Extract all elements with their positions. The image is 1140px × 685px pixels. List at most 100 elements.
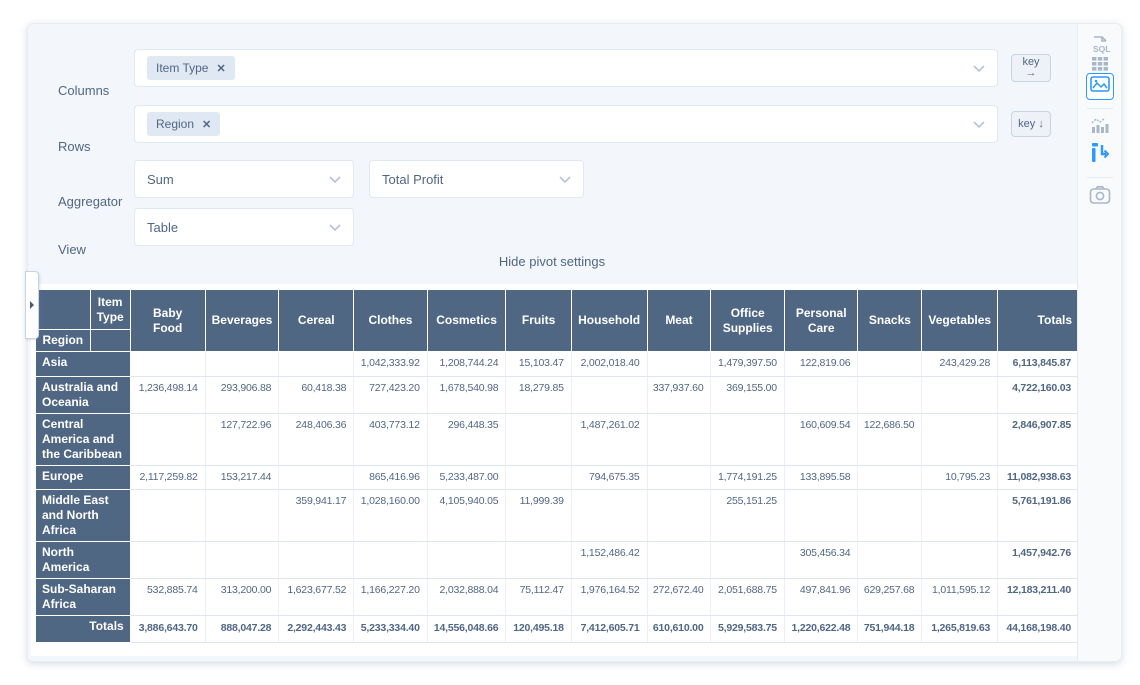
pivot-icon[interactable] xyxy=(1090,142,1110,169)
data-cell: 153,217.44 xyxy=(205,465,279,490)
row-header-5[interactable]: North America xyxy=(36,542,131,579)
columns-field[interactable]: Item Type ✕ xyxy=(134,49,998,87)
data-cell xyxy=(427,542,506,579)
row-header-4[interactable]: Middle East and North Africa xyxy=(36,490,131,542)
data-cell: 1,028,160.00 xyxy=(354,490,427,542)
data-cell xyxy=(571,376,647,413)
col-header-0[interactable]: Baby Food xyxy=(130,290,205,352)
aggregator-column-value: Total Profit xyxy=(382,172,443,187)
corner-cell xyxy=(36,290,91,330)
table-row: Middle East and North Africa 359,941.171,… xyxy=(36,490,1079,542)
row-header-6[interactable]: Sub-Saharan Africa xyxy=(36,579,131,616)
col-axis-label[interactable]: Item Type xyxy=(90,290,130,330)
data-cell xyxy=(858,352,922,377)
data-cell: 532,885.74 xyxy=(130,579,205,616)
data-cell: 1,166,227.20 xyxy=(354,579,427,616)
row-header-2[interactable]: Central America and the Caribbean xyxy=(36,413,131,465)
chevron-down-icon[interactable] xyxy=(973,121,985,128)
row-totals-header[interactable]: Totals xyxy=(998,290,1079,352)
hide-pivot-settings-link[interactable]: Hide pivot settings xyxy=(28,254,1076,269)
col-header-2[interactable]: Cereal xyxy=(279,290,354,352)
chevron-down-icon[interactable] xyxy=(973,65,985,72)
data-cell xyxy=(279,465,354,490)
data-cell: 272,672.40 xyxy=(647,579,711,616)
data-cell xyxy=(205,490,279,542)
data-cell: 11,999.39 xyxy=(506,490,571,542)
col-header-11[interactable]: Vegetables xyxy=(922,290,998,352)
col-header-1[interactable]: Beverages xyxy=(205,290,279,352)
image-chart-icon[interactable] xyxy=(1086,73,1114,100)
row-header-3[interactable]: Europe xyxy=(36,465,131,490)
rows-chip[interactable]: Region ✕ xyxy=(147,112,220,136)
row-header-1[interactable]: Australia and Oceania xyxy=(36,376,131,413)
data-cell xyxy=(647,490,711,542)
data-cell: 727,423.20 xyxy=(354,376,427,413)
col-total-cell: 1,220,622.48 xyxy=(784,616,857,643)
col-header-6[interactable]: Household xyxy=(571,290,647,352)
data-cell xyxy=(130,490,205,542)
table-row: Europe2,117,259.82153,217.44865,416.965,… xyxy=(36,465,1079,490)
camera-icon[interactable] xyxy=(1089,185,1111,210)
row-total-cell: 5,761,191.86 xyxy=(998,490,1079,542)
aggregator-label: Aggregator xyxy=(58,194,122,209)
columns-label: Columns xyxy=(58,83,109,98)
data-cell: 1,042,333.92 xyxy=(354,352,427,377)
data-cell xyxy=(858,542,922,579)
toolbar-divider xyxy=(1087,177,1113,178)
data-cell: 1,774,191.25 xyxy=(711,465,784,490)
data-cell: 122,819.06 xyxy=(784,352,857,377)
view-select[interactable]: Table xyxy=(134,208,354,246)
data-cell: 1,236,498.14 xyxy=(130,376,205,413)
data-cell: 629,257.68 xyxy=(858,579,922,616)
data-cell xyxy=(354,542,427,579)
data-cell xyxy=(506,465,571,490)
data-cell xyxy=(279,352,354,377)
data-cell: 497,841.96 xyxy=(784,579,857,616)
data-cell xyxy=(922,490,998,542)
rows-field[interactable]: Region ✕ xyxy=(134,105,998,143)
col-header-7[interactable]: Meat xyxy=(647,290,711,352)
sort-columns-by-key-button[interactable]: key → xyxy=(1011,54,1051,82)
key-down-label: key ↓ xyxy=(1012,119,1050,130)
chevron-down-icon[interactable] xyxy=(559,176,571,183)
row-total-cell: 6,113,845.87 xyxy=(998,352,1079,377)
data-cell: 1,208,744.24 xyxy=(427,352,506,377)
data-cell xyxy=(130,413,205,465)
col-header-4[interactable]: Cosmetics xyxy=(427,290,506,352)
chevron-down-icon[interactable] xyxy=(329,224,341,231)
data-cell: 359,941.17 xyxy=(279,490,354,542)
panel-expand-handle[interactable] xyxy=(25,271,39,339)
table-row: Asia1,042,333.921,208,744.2415,103.472,0… xyxy=(36,352,1079,377)
rows-label: Rows xyxy=(58,139,91,154)
pivot-table-area: Item TypeBaby FoodBeveragesCerealClothes… xyxy=(31,284,1079,656)
data-cell xyxy=(205,542,279,579)
bar-chart-icon[interactable] xyxy=(1090,116,1110,139)
data-cell: 18,279.85 xyxy=(506,376,571,413)
chevron-down-icon[interactable] xyxy=(329,176,341,183)
data-cell: 1,678,540.98 xyxy=(427,376,506,413)
columns-chip[interactable]: Item Type ✕ xyxy=(147,56,235,80)
data-cell: 60,418.38 xyxy=(279,376,354,413)
sort-rows-by-key-button[interactable]: key ↓ xyxy=(1011,111,1051,137)
col-header-8[interactable]: Office Supplies xyxy=(711,290,784,352)
data-cell xyxy=(858,490,922,542)
row-axis-label[interactable]: Region xyxy=(36,330,91,352)
data-cell: 133,895.58 xyxy=(784,465,857,490)
remove-icon[interactable]: ✕ xyxy=(202,118,211,131)
row-header-0[interactable]: Asia xyxy=(36,352,131,377)
col-totals-header[interactable]: Totals xyxy=(36,616,131,643)
remove-icon[interactable]: ✕ xyxy=(216,62,225,75)
table-row: North America1,152,486.42305,456.341,457… xyxy=(36,542,1079,579)
data-cell xyxy=(506,542,571,579)
aggregator-select[interactable]: Sum xyxy=(134,160,354,198)
data-cell: 313,200.00 xyxy=(205,579,279,616)
col-header-5[interactable]: Fruits xyxy=(506,290,571,352)
col-header-10[interactable]: Snacks xyxy=(858,290,922,352)
col-header-9[interactable]: Personal Care xyxy=(784,290,857,352)
corner-cell xyxy=(90,330,130,352)
data-cell xyxy=(784,490,857,542)
col-header-3[interactable]: Clothes xyxy=(354,290,427,352)
table-row: Sub-Saharan Africa532,885.74313,200.00 1,… xyxy=(36,579,1079,616)
aggregator-column-select[interactable]: Total Profit xyxy=(369,160,584,198)
data-cell xyxy=(858,465,922,490)
